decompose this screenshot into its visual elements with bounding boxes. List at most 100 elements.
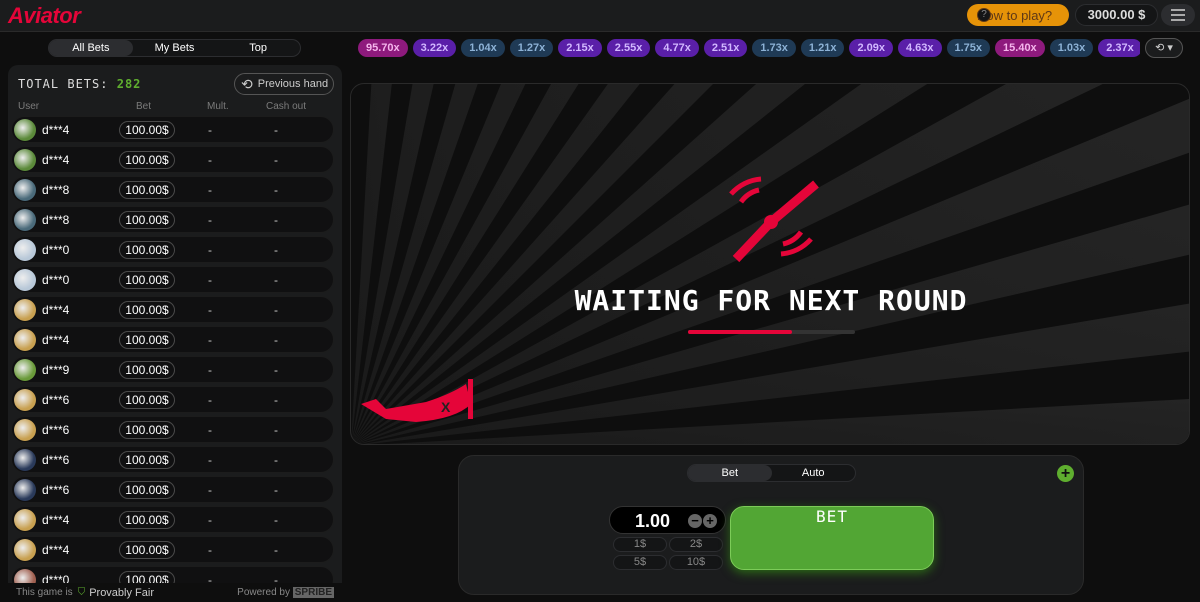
bet-amount: 100.00$ bbox=[119, 541, 175, 559]
multiplier: - bbox=[208, 273, 212, 287]
multiplier-badge: 1.21x bbox=[800, 39, 845, 57]
quick-amount-5[interactable]: 5$ bbox=[613, 555, 667, 570]
tab-bet[interactable]: Bet bbox=[688, 465, 772, 481]
menu-button[interactable] bbox=[1161, 4, 1195, 26]
username: d***0 bbox=[42, 273, 70, 287]
bet-amount: 100.00$ bbox=[119, 511, 175, 529]
previous-hand-label: Previous hand bbox=[257, 78, 329, 90]
multiplier-badge: 2.15x bbox=[558, 39, 602, 57]
bet-row: d***4 100.00$ - - bbox=[11, 296, 334, 323]
bet-amount: 100.00$ bbox=[119, 301, 175, 319]
bet-amount-input[interactable]: 1.00 − + bbox=[609, 506, 726, 534]
bet-amount: 100.00$ bbox=[119, 331, 175, 349]
quick-amount-1[interactable]: 1$ bbox=[613, 537, 667, 552]
username: d***4 bbox=[42, 153, 70, 167]
cash-out: - bbox=[274, 513, 278, 527]
increase-button[interactable]: + bbox=[703, 514, 717, 528]
bet-row: d***4 100.00$ - - bbox=[11, 506, 334, 533]
username: d***4 bbox=[42, 303, 70, 317]
powered-by: Powered by bbox=[237, 587, 290, 598]
col-user: User bbox=[18, 101, 40, 112]
game-canvas: WAITING FOR NEXT ROUND X bbox=[350, 83, 1190, 445]
bet-mode-tabs: Bet Auto bbox=[687, 464, 856, 482]
add-bet-panel-button[interactable]: + bbox=[1057, 465, 1074, 482]
multiplier-badge: 3.22x bbox=[412, 39, 457, 57]
avatar bbox=[14, 119, 36, 141]
username: d***9 bbox=[42, 363, 70, 377]
multiplier: - bbox=[208, 333, 212, 347]
tab-top[interactable]: Top bbox=[216, 40, 300, 56]
avatar bbox=[14, 509, 36, 531]
multiplier-badge: 2.37x bbox=[1098, 39, 1140, 57]
username: d***4 bbox=[42, 543, 70, 557]
tab-my-bets[interactable]: My Bets bbox=[133, 40, 217, 56]
bet-amount: 100.00$ bbox=[119, 361, 175, 379]
avatar bbox=[14, 479, 36, 501]
multiplier: - bbox=[208, 483, 212, 497]
col-bet: Bet bbox=[136, 101, 152, 112]
bet-amount: 100.00$ bbox=[119, 271, 175, 289]
cash-out: - bbox=[274, 453, 278, 467]
previous-hand-button[interactable]: ⟲ Previous hand bbox=[234, 73, 334, 95]
bet-amount-value[interactable]: 1.00 bbox=[635, 511, 670, 532]
bet-control-panel: Bet Auto + 1.00 − + 1$ 2$ 5$ 10$ BET bbox=[458, 455, 1084, 595]
col-cashout: Cash out bbox=[266, 101, 307, 112]
username: d***4 bbox=[42, 333, 70, 347]
history-dropdown-button[interactable]: ⟲ ▾ bbox=[1145, 38, 1183, 58]
username: d***6 bbox=[42, 453, 70, 467]
multiplier-badge: 15.40x bbox=[995, 39, 1045, 57]
cash-out: - bbox=[274, 393, 278, 407]
shield-check-icon: ⛉ bbox=[77, 587, 86, 598]
username: d***6 bbox=[42, 393, 70, 407]
multiplier-badge: 2.51x bbox=[703, 39, 748, 57]
bet-row: d***4 100.00$ - - bbox=[11, 326, 334, 353]
username: d***0 bbox=[42, 243, 70, 257]
avatar bbox=[14, 149, 36, 171]
multiplier-badge: 1.73x bbox=[752, 39, 796, 57]
cash-out: - bbox=[274, 183, 278, 197]
multiplier-badge: 1.03x bbox=[1049, 39, 1094, 57]
bet-button[interactable]: BET bbox=[730, 506, 934, 570]
multiplier: - bbox=[208, 453, 212, 467]
cash-out: - bbox=[274, 363, 278, 377]
avatar bbox=[14, 209, 36, 231]
tab-all-bets[interactable]: All Bets bbox=[49, 40, 133, 56]
bets-panel: TOTAL BETS: 282 ⟲ Previous hand User Bet … bbox=[8, 65, 342, 602]
multiplier: - bbox=[208, 303, 212, 317]
avatar bbox=[14, 449, 36, 471]
avatar bbox=[14, 239, 36, 261]
tab-auto[interactable]: Auto bbox=[772, 465, 856, 481]
balance: 3000.00 $ bbox=[1075, 4, 1158, 26]
multiplier-badge: 1.27x bbox=[509, 39, 554, 57]
avatar bbox=[14, 389, 36, 411]
multiplier: - bbox=[208, 153, 212, 167]
decrease-button[interactable]: − bbox=[688, 514, 702, 528]
round-progress-bar bbox=[688, 330, 855, 334]
cash-out: - bbox=[274, 333, 278, 347]
quick-amount-10[interactable]: 10$ bbox=[669, 555, 723, 570]
bet-row: d***6 100.00$ - - bbox=[11, 416, 334, 443]
multiplier-badge: 1.04x bbox=[461, 39, 505, 57]
how-to-play-button[interactable]: ? How to play? bbox=[967, 4, 1069, 26]
quick-amount-2[interactable]: 2$ bbox=[669, 537, 723, 552]
spribe-logo: SPRIBE bbox=[292, 587, 334, 598]
multiplier-history: 95.70x 3.22x 1.04x 1.27x 2.15x 2.55x 4.77x 2.51… bbox=[358, 39, 1140, 57]
multiplier-badge: 4.63x bbox=[897, 39, 942, 57]
top-bar: Aviator ? How to play? 3000.00 $ bbox=[0, 0, 1200, 32]
multiplier-badge: 4.77x bbox=[655, 39, 699, 57]
avatar bbox=[14, 419, 36, 441]
svg-text:X: X bbox=[441, 399, 451, 415]
multiplier: - bbox=[208, 543, 212, 557]
bet-row: d***4 100.00$ - - bbox=[11, 116, 334, 143]
multiplier-badge: 2.55x bbox=[606, 39, 651, 57]
bet-row: d***9 100.00$ - - bbox=[11, 356, 334, 383]
provably-fair-link[interactable]: Provably Fair bbox=[89, 587, 154, 599]
airplane-icon: X bbox=[361, 379, 473, 422]
bet-amount: 100.00$ bbox=[119, 451, 175, 469]
multiplier: - bbox=[208, 243, 212, 257]
question-icon: ? bbox=[977, 8, 991, 22]
multiplier: - bbox=[208, 183, 212, 197]
multiplier: - bbox=[208, 363, 212, 377]
propeller-icon bbox=[729, 176, 819, 263]
multiplier: - bbox=[208, 513, 212, 527]
